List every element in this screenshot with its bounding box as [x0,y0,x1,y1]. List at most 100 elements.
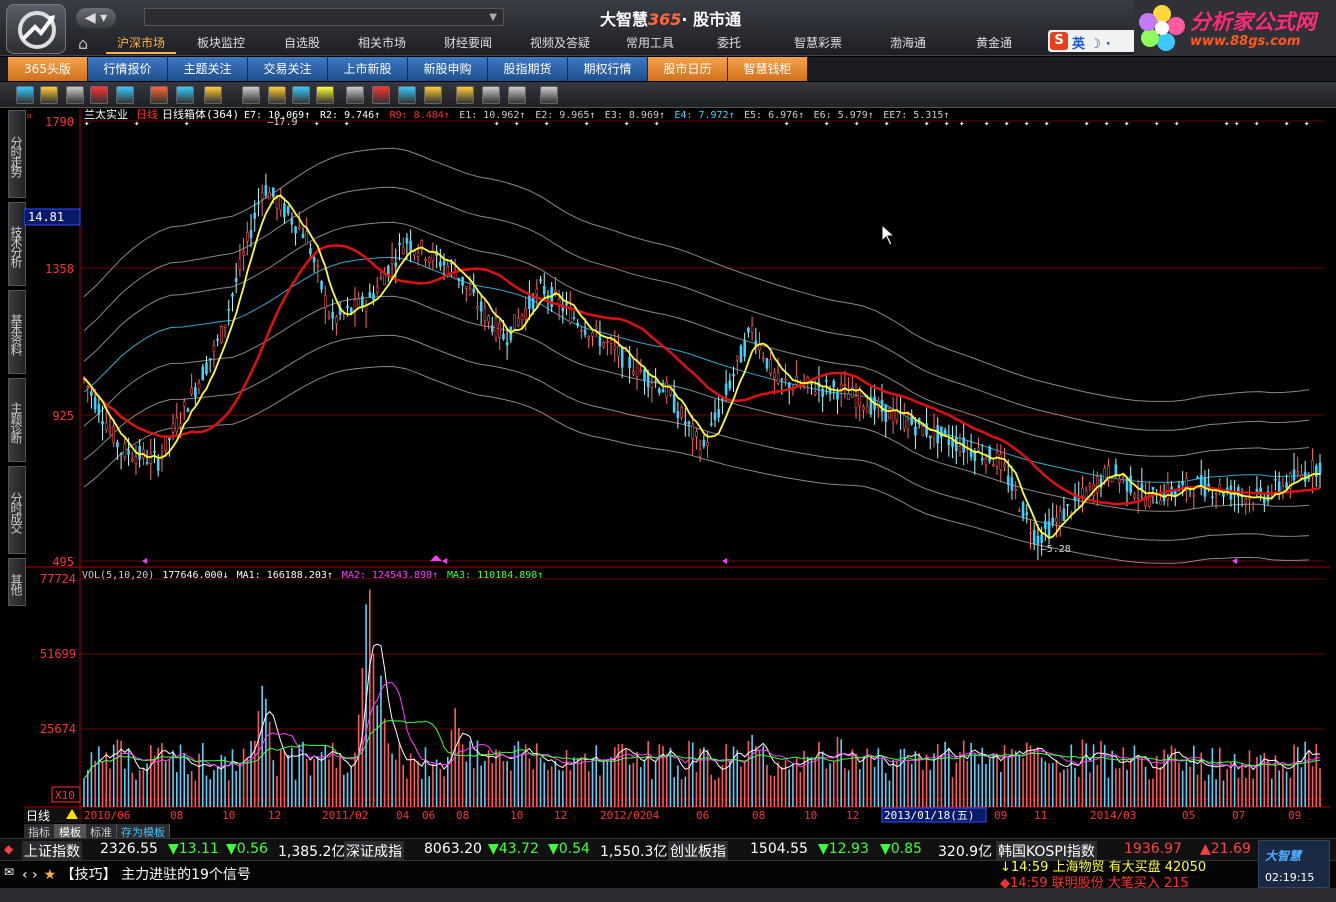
note-icon[interactable] [508,86,526,104]
market-tab[interactable]: 新股申购 [408,57,488,81]
candle-body [401,247,405,255]
menu-item[interactable]: 常用工具 [610,30,690,54]
alarm-icon[interactable] [268,86,286,104]
candle-body [646,372,650,388]
menu-item[interactable]: 沪深市场 [106,30,176,54]
candle-body [643,368,646,382]
candle-body [416,252,420,257]
k-line-icon[interactable] [16,86,34,104]
signal-star: ✦ [1024,119,1030,129]
candle-body [672,393,676,413]
market-tab[interactable]: 智慧钱柜 [728,57,808,81]
home-icon[interactable]: ⌂ [78,34,88,53]
print-icon[interactable] [540,86,558,104]
kospi-index-value: 1936.97 [1124,841,1182,857]
ime-mode[interactable]: 英 ☽ · [1072,33,1111,52]
candle-body [1044,521,1047,529]
market-tab[interactable]: 主题关注 [168,57,248,81]
menu-item[interactable]: 相关市场 [338,30,426,54]
candle-body [112,426,115,444]
candle-body [1129,475,1133,493]
candle-body [650,383,654,388]
chart-area[interactable]: 1790 1358 925 495 14.81 ¤ 77724 51699 25674 X10 兰太… [23,107,1330,823]
candle-body [490,325,494,332]
candle-body [145,462,149,464]
rsi-icon[interactable] [90,86,108,104]
market-tabs: 365头版 行情报价 主题关注 交易关注 上市新股 新股申购 股指期货 期权行情 股市日历 智慧钱… [0,57,1336,81]
indicator-param: E6: 5.979↑ [814,110,874,121]
kline-chart[interactable]: 1790 1358 925 495 14.81 ¤ 77724 51699 25674 X10 兰太… [23,107,1330,823]
cy-index-name[interactable]: 创业板指 [668,841,728,861]
market-tab[interactable]: 交易关注 [248,57,328,81]
candle-body [1014,488,1017,491]
signal-star: ✦ [1044,119,1050,129]
star-icon[interactable]: ★ [44,867,57,883]
market-tab[interactable]: 365头版 [8,57,88,81]
candle-body [594,326,598,330]
tips-bar[interactable]: ‹ › ★ 【技巧】 主力进驻的19个信号 [22,864,251,884]
line-icon[interactable] [424,86,442,104]
info-icon[interactable] [316,86,334,104]
text-icon[interactable] [292,86,310,104]
sh-index-change: ▼13.11 [168,841,219,857]
candle-body [1036,535,1040,545]
candle-body [580,329,583,332]
menu-item[interactable]: 视频及答疑 [510,30,610,54]
address-dropdown[interactable]: ▼ [144,8,504,26]
template-tab[interactable]: 模板 [55,824,86,839]
candle-body [713,412,717,421]
candle-body [1214,492,1218,495]
ime-toolbar[interactable]: S英 ☽ · [1048,30,1136,52]
candle-body [587,336,591,339]
mail-icon[interactable]: ✉ [4,865,14,879]
toolbar [0,82,1336,108]
template-tab[interactable]: 标准 [86,824,117,839]
draw-line-icon[interactable] [204,86,222,104]
candle-body [1003,464,1006,468]
down-arrow-icon[interactable] [150,86,168,104]
stat-icon[interactable] [398,86,416,104]
market-tab[interactable]: 股指期货 [488,57,568,81]
candle-body [483,307,487,322]
news-item[interactable]: ↓14:59 上海物贸 有大买盘 42050 [1000,856,1240,875]
candle-body [706,442,709,446]
bar-chart-icon[interactable] [372,86,390,104]
market-tab[interactable]: 股市日历 [648,57,728,81]
candle-body [639,370,643,373]
market-tab[interactable]: 上市新股 [328,57,408,81]
candle-body [164,436,167,452]
sh-index-name[interactable]: 上证指数 [22,841,82,861]
candle-body [101,421,104,425]
vol-param: MA2: 124543.898↑ [342,570,438,581]
vol-param: VOL(5,10,20) [82,570,154,581]
indicator-icon[interactable] [346,86,364,104]
menu-item[interactable]: 渤海通 [868,30,948,54]
app-logo[interactable] [6,4,66,54]
chevron-down-icon[interactable]: ▼ [489,12,497,23]
cursor-icon[interactable] [176,86,194,104]
sz-index-name[interactable]: 深证成指 [344,841,404,861]
candle-body [728,380,732,389]
triangle-icon[interactable] [482,86,500,104]
candle-body [1125,478,1129,492]
template-tab[interactable]: 存为模板 [117,824,170,839]
grid-icon[interactable] [66,86,84,104]
market-tab[interactable]: 期权行情 [568,57,648,81]
boll-icon[interactable] [456,86,474,104]
zoom-icon[interactable] [242,86,260,104]
menu-item[interactable]: 委托 [690,30,768,54]
market-tab[interactable]: 行情报价 [88,57,168,81]
candle-body [320,281,323,290]
chart-icon[interactable] [40,86,58,104]
menu-item[interactable]: 自选股 [266,30,338,54]
compare-icon[interactable] [116,86,134,104]
back-button[interactable]: ◀ ▾ [76,8,116,28]
menu-item[interactable]: 板块监控 [176,30,266,54]
menu-item[interactable]: 财经要闻 [426,30,510,54]
tips-nav-icon[interactable]: ‹ › [22,867,38,883]
candle-body [683,421,687,425]
menu-item[interactable]: 黄金通 [948,30,1040,54]
tips-text[interactable]: 【技巧】 主力进驻的19个信号 [61,867,251,883]
menu-item[interactable]: 智慧彩票 [768,30,868,54]
template-tab[interactable]: 指标 [24,824,55,839]
